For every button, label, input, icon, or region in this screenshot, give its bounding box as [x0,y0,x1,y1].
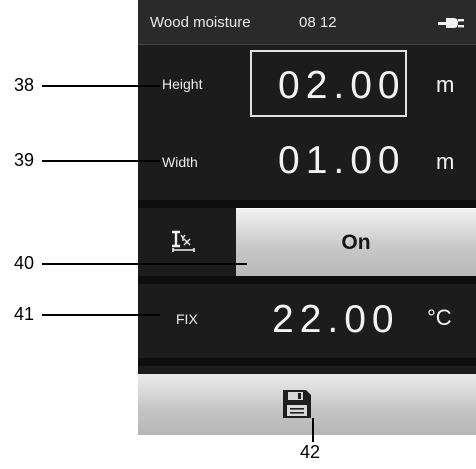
width-label: Width [162,154,198,170]
width-unit: m [436,149,455,174]
fix-label: FIX [176,311,198,327]
device-screen: Wood moisture 08 12 Height 02.00 m Width… [138,0,476,435]
callout-38: 38 [14,75,35,95]
dimension-measure-icon [172,230,195,252]
divider [138,358,476,366]
toggle-button[interactable]: On [236,208,476,276]
width-value[interactable]: 01.00 [278,141,406,180]
callout-line [42,314,160,316]
save-floppy-icon [283,390,311,418]
power-plug-icon [438,18,464,28]
status-time: 08 12 [299,14,337,31]
height-label: Height [162,76,203,92]
status-bar: Wood moisture 08 12 [138,0,476,45]
callout-41: 41 [14,304,35,324]
callout-line [42,263,247,265]
fix-unit: °C [427,305,452,330]
height-unit: m [436,72,455,97]
callout-42: 42 [300,442,321,462]
callout-40: 40 [14,253,35,273]
fix-value[interactable]: 22.00 [272,300,400,339]
callout-line [42,160,160,162]
divider [138,200,476,208]
mode-title: Wood moisture [150,14,251,31]
divider [138,276,476,284]
height-value[interactable]: 02.00 [278,66,406,105]
toggle-label: On [341,230,371,254]
callout-line [312,418,314,442]
callout-39: 39 [14,150,35,170]
callout-line [42,85,160,87]
